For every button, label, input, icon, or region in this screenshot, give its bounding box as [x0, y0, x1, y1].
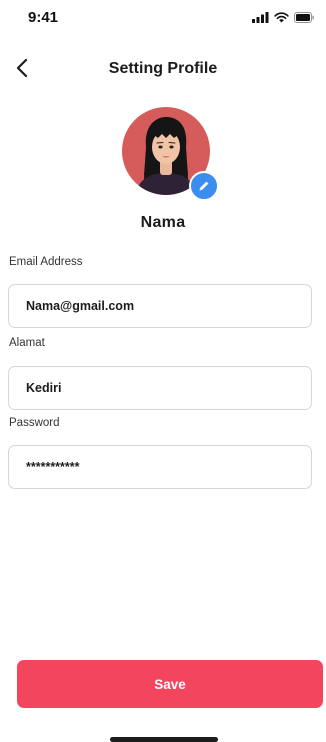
wifi-icon: [274, 12, 289, 23]
address-field-box: [8, 366, 312, 410]
status-icons: [252, 12, 314, 23]
password-label: Password: [9, 417, 60, 429]
email-field[interactable]: [9, 285, 311, 327]
email-field-box: [8, 284, 312, 328]
header: Setting Profile: [0, 50, 326, 90]
address-label: Alamat: [9, 337, 45, 349]
cellular-signal-icon: [252, 12, 269, 23]
battery-icon: [294, 12, 314, 23]
pencil-icon: [199, 181, 209, 191]
status-bar: 9:41: [0, 0, 326, 36]
avatar-container: [122, 107, 219, 201]
status-time: 9:41: [28, 9, 59, 26]
email-label: Email Address: [9, 256, 83, 268]
profile-name: Nama: [140, 214, 186, 231]
password-field[interactable]: [9, 446, 311, 488]
page-title: Setting Profile: [108, 60, 218, 77]
edit-avatar-button[interactable]: [189, 171, 219, 201]
save-button[interactable]: Save: [17, 660, 323, 708]
password-field-box: [8, 445, 312, 489]
address-field[interactable]: [9, 367, 311, 409]
home-indicator: [110, 737, 218, 742]
